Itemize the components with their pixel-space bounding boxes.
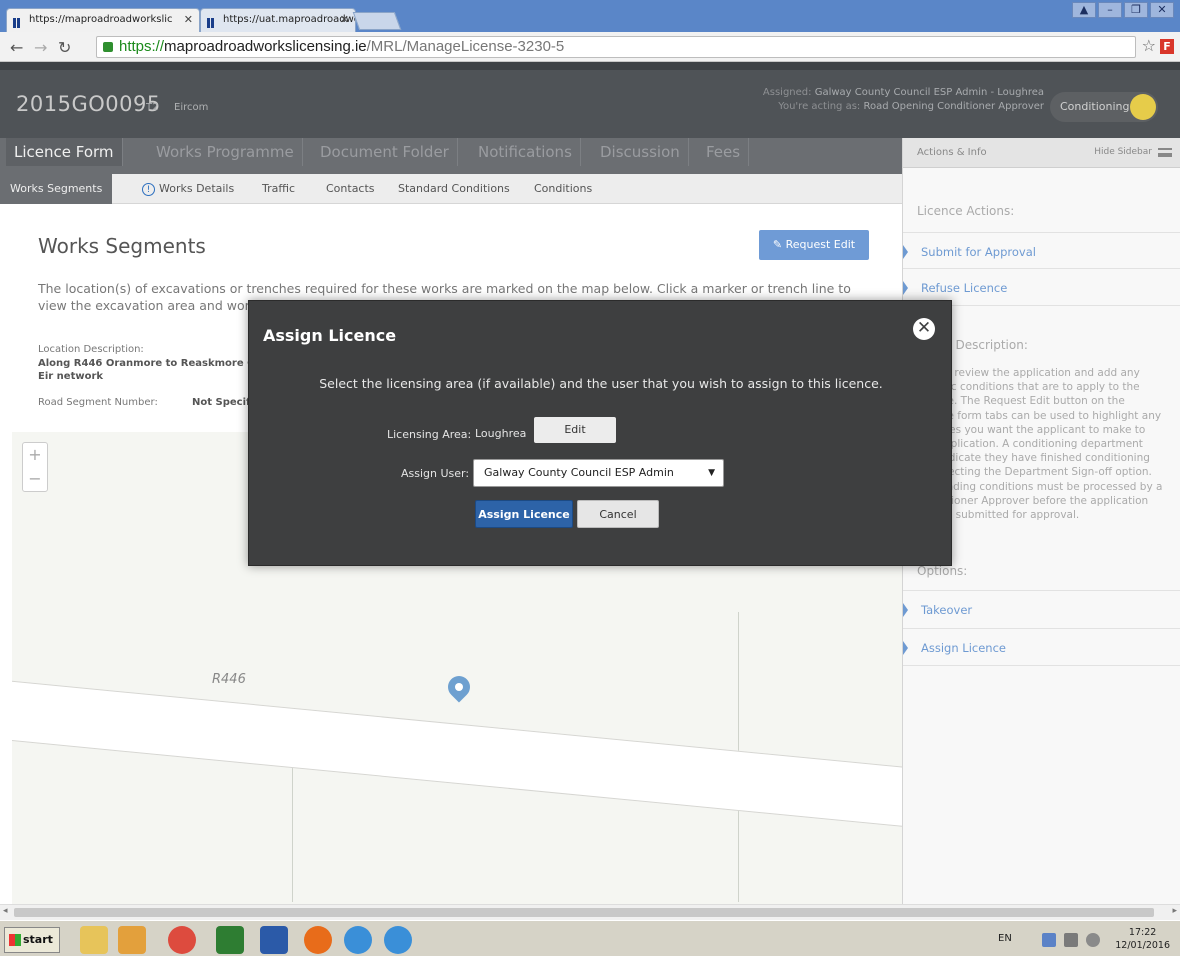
excel-icon[interactable] <box>216 926 244 954</box>
user-icon[interactable]: ▲ <box>1072 2 1096 18</box>
volume-icon[interactable] <box>1086 933 1100 947</box>
power-icon[interactable] <box>1064 933 1078 947</box>
firefox-icon[interactable] <box>304 926 332 954</box>
scroll-left-icon[interactable]: ◂ <box>3 906 8 916</box>
assign-licence-dialog: Assign Licence ✕ Select the licensing ar… <box>248 300 952 566</box>
bookmark-star-icon[interactable]: ☆ <box>1142 36 1156 55</box>
horizontal-scrollbar[interactable]: ◂ ▸ <box>0 904 1180 920</box>
new-tab-button[interactable] <box>352 12 402 30</box>
url-host: maproadroadworkslicensing.ie <box>164 38 367 55</box>
internet-explorer-icon[interactable] <box>384 926 412 954</box>
windows-taskbar: start EN 17:22 12/01/2016 <box>0 920 1180 956</box>
forward-arrow-icon[interactable]: → <box>34 38 47 57</box>
close-icon[interactable]: ✕ <box>913 318 935 340</box>
url-path: /MRL/ManageLicense-3230-5 <box>366 38 565 55</box>
file-explorer-icon[interactable] <box>80 926 108 954</box>
assign-user-selected: Galway County Council ESP Admin <box>484 466 674 479</box>
extension-f-icon[interactable]: F <box>1160 39 1174 54</box>
assign-licence-button[interactable]: Assign Licence <box>475 500 573 528</box>
network-icon[interactable] <box>1042 933 1056 947</box>
close-tab-icon[interactable]: ✕ <box>340 9 349 31</box>
chevron-down-icon: ▼ <box>708 468 715 478</box>
internet-explorer-icon[interactable] <box>344 926 372 954</box>
clock-date: 12/01/2016 <box>1115 940 1170 951</box>
minimize-icon[interactable]: – <box>1098 2 1122 18</box>
chrome-icon[interactable] <box>168 926 196 954</box>
close-tab-icon[interactable]: ✕ <box>184 9 193 31</box>
browser-tab-2-label: https://uat.maproadroadwor <box>223 14 356 25</box>
window-controls: ▲ – ❐ ✕ <box>1072 2 1174 18</box>
outlook-icon[interactable] <box>118 926 146 954</box>
clock[interactable]: 17:22 12/01/2016 <box>1115 926 1170 952</box>
lock-icon <box>103 42 113 52</box>
back-arrow-icon[interactable]: ← <box>10 38 23 57</box>
url-input[interactable]: https://maproadroadworkslicensing.ie/MRL… <box>96 36 1136 58</box>
browser-tab-2[interactable]: https://uat.maproadroadwor ✕ <box>200 8 356 32</box>
assign-user-label: Assign User: <box>401 467 470 480</box>
url-scheme: https:// <box>119 38 165 55</box>
licensing-area-value: Loughrea <box>475 427 527 440</box>
site-favicon-icon <box>207 15 219 28</box>
word-icon[interactable] <box>260 926 288 954</box>
dialog-title: Assign Licence <box>263 326 397 345</box>
language-indicator[interactable]: EN <box>998 933 1012 944</box>
system-tray: EN 17:22 12/01/2016 <box>980 923 1180 956</box>
site-favicon-icon <box>13 15 25 28</box>
address-bar: ← → ↻ https://maproadroadworkslicensing.… <box>0 32 1180 62</box>
cancel-button[interactable]: Cancel <box>577 500 659 528</box>
reload-icon[interactable]: ↻ <box>58 38 71 57</box>
browser-tab-bar: https://maproadroadworkslic ✕ https://ua… <box>0 0 1180 32</box>
browser-tab-1[interactable]: https://maproadroadworkslic ✕ <box>6 8 200 32</box>
restore-icon[interactable]: ❐ <box>1124 2 1148 18</box>
licensing-area-label: Licensing Area: <box>387 428 472 441</box>
scrollbar-thumb[interactable] <box>14 908 1154 917</box>
dialog-intro: Select the licensing area (if available)… <box>319 376 883 391</box>
browser-tab-1-label: https://maproadroadworkslic <box>29 14 173 25</box>
close-window-icon[interactable]: ✕ <box>1150 2 1174 18</box>
start-button[interactable]: start <box>4 927 60 953</box>
clock-time: 17:22 <box>1128 927 1157 938</box>
edit-area-button[interactable]: Edit <box>534 417 616 443</box>
assign-user-select[interactable]: Galway County Council ESP Admin ▼ <box>473 459 724 487</box>
scroll-right-icon[interactable]: ▸ <box>1172 906 1177 916</box>
